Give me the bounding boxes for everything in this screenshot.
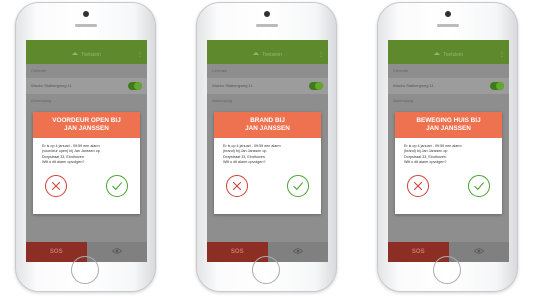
device-toggle[interactable]	[490, 82, 504, 90]
cancel-button[interactable]	[407, 175, 429, 197]
eye-icon	[473, 248, 484, 254]
front-camera	[82, 11, 89, 17]
alarm-dialog: BEWEGING HUIS BIJ JAN JANSSEN Er is op 4…	[395, 112, 502, 214]
app-bar-title: Toetsiein	[81, 52, 101, 58]
dialog-title-line-2: JAN JANSSEN	[426, 125, 471, 132]
phone-screen: Toetsiein ⋮ Centrale Wacko Stalbergweg 1…	[26, 40, 147, 262]
home-button[interactable]	[70, 256, 99, 284]
close-icon	[232, 181, 242, 191]
phone-screen: Toetsiein ⋮ Centrale Wacko Stalbergweg 1…	[388, 40, 509, 262]
dialog-message: Er is op 4 januari - 09:59 een alarm (vo…	[42, 144, 131, 165]
confirm-button[interactable]	[106, 175, 128, 197]
dialog-message: Er is op 4 januari - 09:59 een alarm (br…	[404, 144, 493, 165]
eye-icon	[111, 248, 122, 254]
monitor-tab[interactable]	[448, 242, 509, 262]
dialog-message: Er is op 4 januari - 09:59 een alarm (br…	[223, 144, 312, 165]
dialog-title-line-2: JAN JANSSEN	[64, 125, 109, 132]
device-name: Wacko Stalbergweg 11	[393, 83, 434, 88]
section-label-control: Centrale	[393, 68, 409, 73]
home-icon	[253, 52, 260, 56]
earpiece-speaker	[436, 24, 459, 27]
close-icon	[51, 181, 61, 191]
status-bar	[207, 40, 328, 47]
device-toggle[interactable]	[309, 82, 323, 90]
dialog-header: BRAND BIJ JAN JANSSEN	[214, 112, 321, 138]
phone-2: Toetsiein ⋮ Centrale Wacko Stalbergweg 1…	[196, 2, 337, 292]
dialog-message-line: Wilt u dit alarm opvolgen?	[223, 159, 266, 164]
home-button[interactable]	[432, 256, 461, 284]
earpiece-speaker	[74, 24, 97, 27]
monitor-tab[interactable]	[267, 242, 328, 262]
status-bar	[388, 40, 509, 47]
section-label-control: Centrale	[31, 68, 47, 73]
home-icon	[434, 52, 441, 56]
app-bar: Toetsiein ⋮	[26, 47, 147, 64]
alarm-dialog: VOORDEUR OPEN BIJ JAN JANSSEN Er is op 4…	[33, 112, 140, 214]
checkmark-icon	[474, 182, 484, 190]
dialog-title-line-1: BRAND BIJ	[250, 117, 285, 124]
dialog-message-line: Wilt u dit alarm opvolgen?	[42, 159, 85, 164]
device-toggle[interactable]	[128, 82, 142, 90]
toggle-knob	[315, 82, 323, 90]
app-bar: Toetsiein ⋮	[207, 47, 328, 64]
confirm-button[interactable]	[287, 175, 309, 197]
section-label-alarm: Alarmopsig	[31, 98, 52, 103]
status-bar	[26, 40, 147, 47]
device-row[interactable]: Wacko Stalbergweg 11	[26, 78, 147, 94]
dialog-title-line-2: JAN JANSSEN	[245, 125, 290, 132]
section-label-alarm: Alarmopsig	[212, 98, 233, 103]
checkmark-icon	[293, 182, 303, 190]
alarm-dialog: BRAND BIJ JAN JANSSEN Er is op 4 januari…	[214, 112, 321, 214]
app-bar: Toetsiein ⋮	[388, 47, 509, 64]
toggle-knob	[134, 82, 142, 90]
device-row[interactable]: Wacko Stalbergweg 11	[207, 78, 328, 94]
dialog-title-line-1: VOORDEUR OPEN BIJ	[52, 117, 121, 124]
app-bar-title: Toetsiein	[262, 52, 282, 58]
dialog-message-line: Wilt u dit alarm opvolgen?	[404, 159, 447, 164]
phone-3: Toetsiein ⋮ Centrale Wacko Stalbergweg 1…	[377, 2, 518, 292]
close-icon	[413, 181, 423, 191]
dialog-header: BEWEGING HUIS BIJ JAN JANSSEN	[395, 112, 502, 138]
cancel-button[interactable]	[226, 175, 248, 197]
phone-screen: Toetsiein ⋮ Centrale Wacko Stalbergweg 1…	[207, 40, 328, 262]
checkmark-icon	[112, 182, 122, 190]
dialog-header: VOORDEUR OPEN BIJ JAN JANSSEN	[33, 112, 140, 138]
eye-icon	[292, 248, 303, 254]
phone-1: Toetsiein ⋮ Centrale Wacko Stalbergweg 1…	[15, 2, 156, 292]
more-vertical-icon[interactable]: ⋮	[318, 47, 324, 64]
monitor-tab[interactable]	[86, 242, 147, 262]
earpiece-speaker	[255, 24, 278, 27]
front-camera	[444, 11, 451, 17]
device-name: Wacko Stalbergweg 11	[31, 83, 72, 88]
device-row[interactable]: Wacko Stalbergweg 11	[388, 78, 509, 94]
section-label-control: Centrale	[212, 68, 228, 73]
front-camera	[263, 11, 270, 17]
more-vertical-icon[interactable]: ⋮	[137, 47, 143, 64]
dialog-title-line-1: BEWEGING HUIS BIJ	[416, 117, 481, 124]
home-icon	[72, 52, 79, 56]
more-vertical-icon[interactable]: ⋮	[499, 47, 505, 64]
confirm-button[interactable]	[468, 175, 490, 197]
toggle-knob	[496, 82, 504, 90]
cancel-button[interactable]	[45, 175, 67, 197]
device-name: Wacko Stalbergweg 11	[212, 83, 253, 88]
home-button[interactable]	[251, 256, 280, 284]
app-bar-title: Toetsiein	[443, 52, 463, 58]
section-label-alarm: Alarmopsig	[393, 98, 414, 103]
